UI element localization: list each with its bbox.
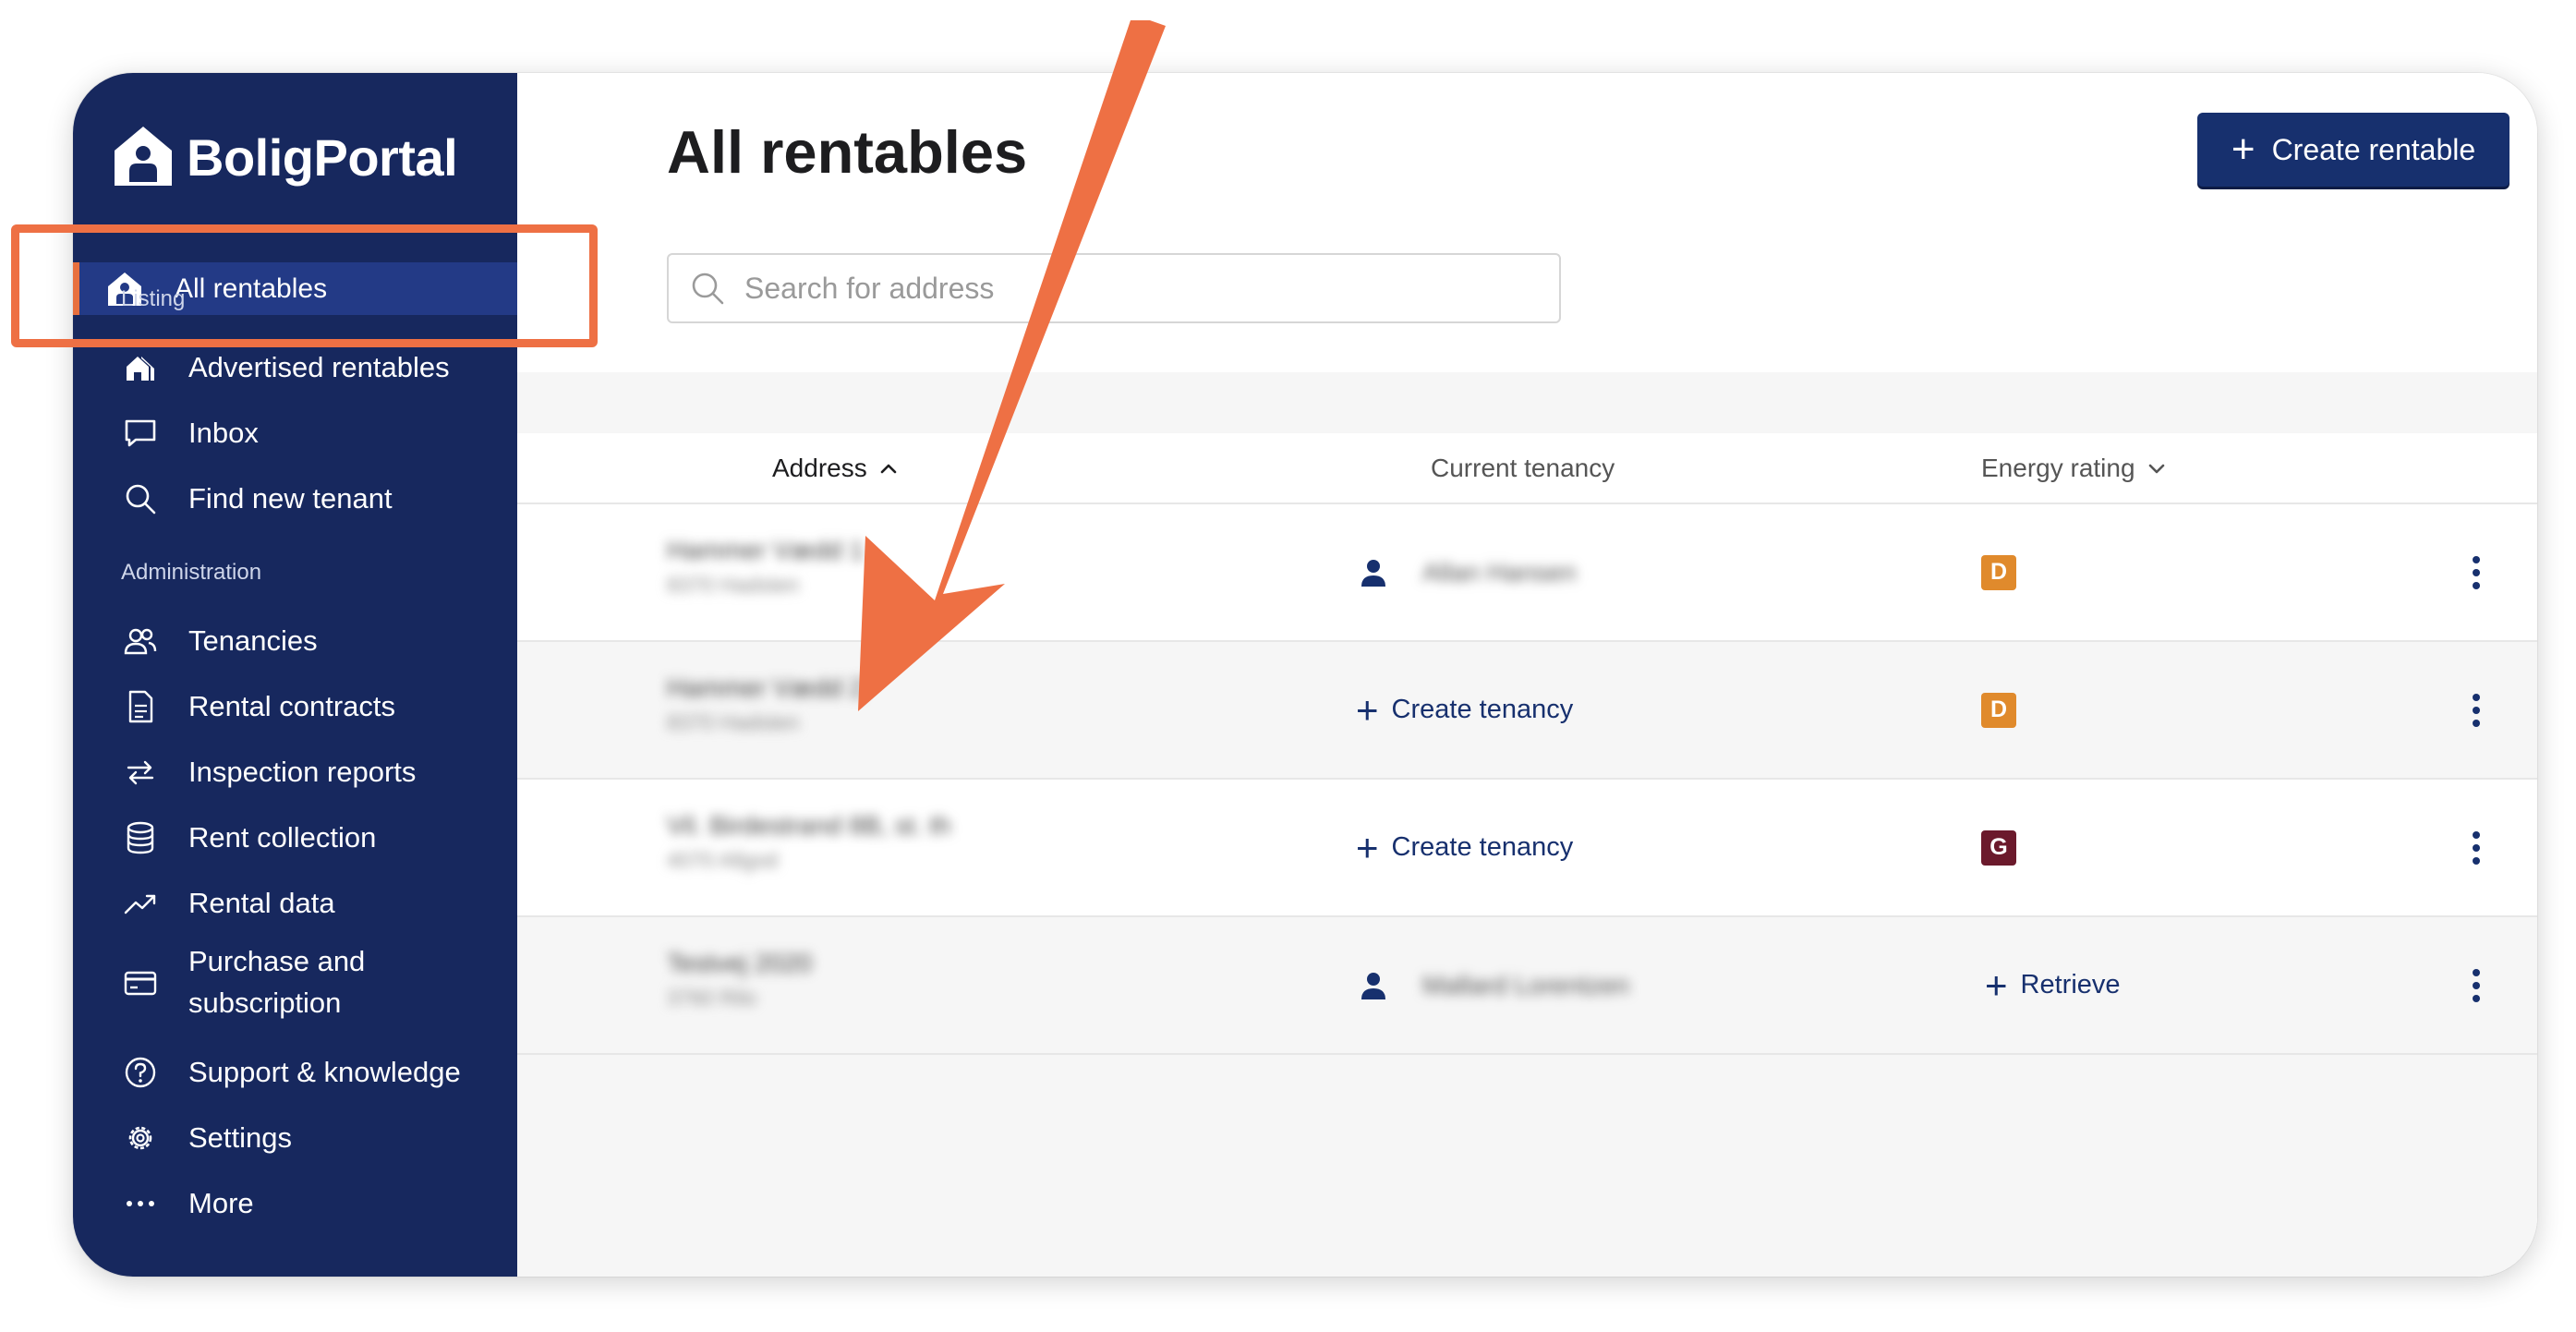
energy-cell: + Retrieve: [1981, 917, 2121, 1053]
search-input[interactable]: [743, 270, 1531, 307]
column-header-current-tenancy: Current tenancy: [1431, 453, 1615, 482]
address-cell: Hammer Vædd 2 8370 Hadsten: [667, 673, 865, 734]
brand-name: BoligPortal: [187, 127, 458, 187]
table-header: Address Current tenancy Energy rating: [517, 433, 2537, 504]
plus-icon: +: [1356, 687, 1379, 732]
chat-bubble-icon: [121, 414, 160, 453]
sidebar-item-support-knowledge[interactable]: Support & knowledge: [121, 1049, 461, 1096]
plus-icon: +: [2231, 127, 2256, 172]
energy-cell: D: [1981, 504, 2016, 640]
table-row[interactable]: Testvej 2020 3760 Rilo Mallard Lorentzen…: [517, 917, 2537, 1055]
person-icon: [1361, 559, 1385, 587]
people-icon: [121, 622, 160, 660]
tenancy-cell: Allan Hansen: [1358, 504, 1577, 640]
table-row[interactable]: Hammer Vædd 1 8370 Hadsten Allan Hansen …: [517, 504, 2537, 642]
sidebar-item-settings[interactable]: Settings: [121, 1115, 292, 1161]
document-icon: [121, 687, 160, 726]
row-menu-button[interactable]: [2471, 642, 2482, 778]
search-field[interactable]: [667, 253, 1561, 323]
energy-badge: D: [1981, 692, 2016, 728]
sidebar-item-advertised-rentables[interactable]: Advertised rentables: [121, 345, 450, 391]
kebab-menu-icon: [2473, 968, 2480, 1002]
kebab-menu-icon: [2473, 555, 2480, 589]
gear-icon: [121, 1119, 160, 1157]
more-dots-icon: [121, 1184, 160, 1223]
table-row[interactable]: Vil. Birdestrand 8B, st. th 4070 Allgod …: [517, 780, 2537, 917]
sidebar-item-rental-data[interactable]: Rental data: [121, 880, 335, 926]
trend-up-icon: [121, 884, 160, 923]
tenancy-cell: Mallard Lorentzen: [1358, 917, 1629, 1053]
address-cell: Hammer Vædd 1 8370 Hadsten: [667, 536, 865, 597]
credit-card-icon: [121, 963, 160, 1002]
create-rentable-button[interactable]: + Create rentable: [2197, 113, 2509, 187]
sidebar-item-inspection-reports[interactable]: Inspection reports: [121, 749, 416, 795]
help-circle-icon: [121, 1053, 160, 1092]
plus-icon: +: [1356, 825, 1379, 869]
tenancy-cell: + Create tenancy: [1356, 780, 1573, 915]
sidebar-item-tenancies[interactable]: Tenancies: [121, 618, 318, 664]
brand-logo[interactable]: BoligPortal: [113, 125, 458, 189]
plus-icon: +: [1985, 963, 2008, 1007]
row-menu-button[interactable]: [2471, 917, 2482, 1053]
sidebar-item-inbox[interactable]: Inbox: [121, 410, 259, 456]
annotation-highlight-box: [11, 224, 598, 347]
search-icon: [692, 272, 724, 305]
energy-cell: D: [1981, 642, 2016, 778]
chevron-up-icon: [880, 464, 897, 473]
main-content: All rentables + Create rentable Address …: [517, 73, 2537, 1277]
row-menu-button[interactable]: [2471, 780, 2482, 915]
rentables-table: Address Current tenancy Energy rating Ha…: [517, 372, 2537, 1277]
houses-icon: [121, 348, 160, 387]
sidebar-item-rental-contracts[interactable]: Rental contracts: [121, 684, 395, 730]
search-icon: [121, 479, 160, 518]
address-cell: Testvej 2020 3760 Rilo: [667, 949, 813, 1010]
kebab-menu-icon: [2473, 693, 2480, 727]
page-title: All rentables: [667, 118, 1028, 186]
sidebar-item-purchase-subscription[interactable]: Purchase and subscription: [121, 940, 466, 1029]
energy-badge: D: [1981, 554, 2016, 590]
house-person-logo-icon: [115, 127, 172, 186]
retrieve-button[interactable]: + Retrieve: [1985, 963, 2121, 1007]
sidebar-item-rent-collection[interactable]: Rent collection: [121, 815, 376, 861]
sidebar-item-more[interactable]: More: [121, 1181, 254, 1227]
sidebar-item-find-new-tenant[interactable]: Find new tenant: [121, 476, 393, 522]
section-title-administration: Administration: [121, 560, 262, 585]
column-header-address[interactable]: Address: [772, 433, 899, 503]
row-menu-button[interactable]: [2471, 504, 2482, 640]
tenancy-cell: + Create tenancy: [1356, 642, 1573, 778]
column-header-energy-rating[interactable]: Energy rating: [1981, 433, 2167, 503]
create-tenancy-button[interactable]: + Create tenancy: [1356, 825, 1573, 869]
address-cell: Vil. Birdestrand 8B, st. th 4070 Allgod: [667, 811, 951, 872]
person-icon: [1361, 972, 1385, 999]
energy-badge: G: [1981, 829, 2016, 866]
swap-arrows-icon: [121, 753, 160, 792]
create-tenancy-button[interactable]: + Create tenancy: [1356, 687, 1573, 732]
kebab-menu-icon: [2473, 830, 2480, 865]
table-row[interactable]: Hammer Vædd 2 8370 Hadsten + Create tena…: [517, 642, 2537, 780]
database-icon: [121, 818, 160, 857]
energy-cell: G: [1981, 780, 2016, 915]
chevron-down-icon: [2148, 464, 2164, 473]
